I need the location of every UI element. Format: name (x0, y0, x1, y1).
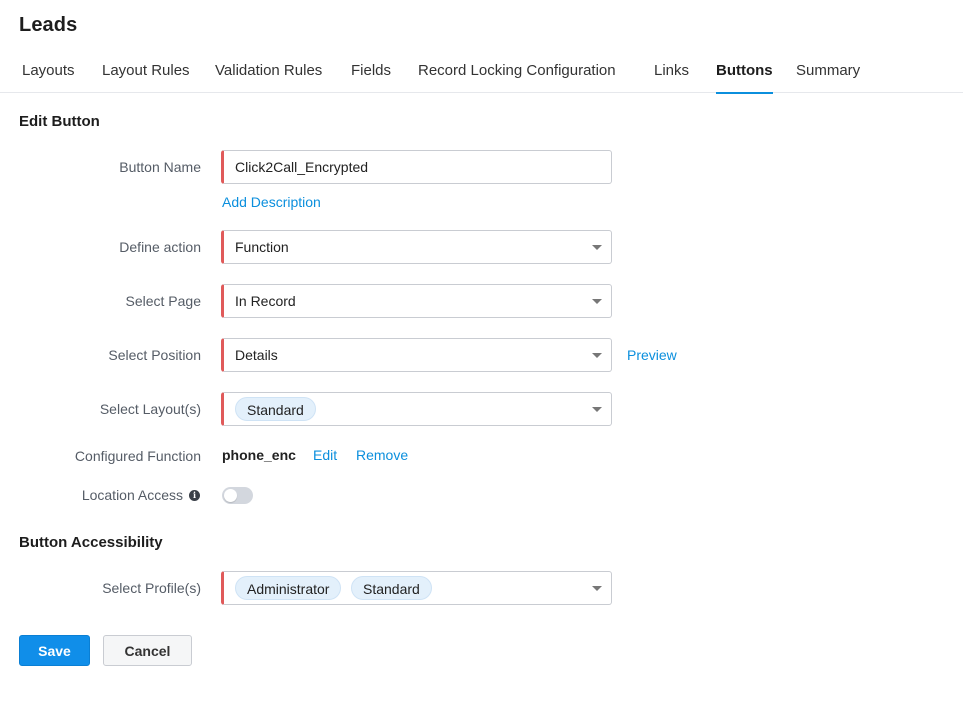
tab-layout-rules[interactable]: Layout Rules (102, 62, 190, 79)
select-layouts-label: Select Layout(s) (99, 401, 201, 417)
select-position-label: Select Position (108, 347, 201, 363)
select-profiles-multiselect[interactable]: Administrator Standard (221, 571, 612, 605)
define-action-select[interactable]: Function (221, 230, 612, 264)
add-description-link[interactable]: Add Description (222, 194, 321, 210)
configured-function-label: Configured Function (74, 448, 201, 464)
edit-function-link[interactable]: Edit (313, 447, 337, 463)
preview-link[interactable]: Preview (627, 347, 677, 363)
tab-fields[interactable]: Fields (351, 62, 391, 79)
chevron-down-icon (592, 353, 602, 358)
tab-layouts[interactable]: Layouts (22, 62, 75, 79)
cancel-button[interactable]: Cancel (103, 635, 192, 666)
remove-function-link[interactable]: Remove (356, 447, 408, 463)
edit-button-section-title: Edit Button (19, 113, 100, 130)
button-name-value: Click2Call_Encrypted (235, 159, 369, 175)
page-title: Leads (19, 14, 78, 36)
tab-bar: Layouts Layout Rules Validation Rules Fi… (0, 52, 963, 94)
select-page-select[interactable]: In Record (221, 284, 612, 318)
chevron-down-icon (592, 586, 602, 591)
select-page-label: Select Page (125, 293, 202, 309)
profile-chip-standard[interactable]: Standard (351, 576, 432, 600)
tab-links[interactable]: Links (654, 62, 689, 79)
tab-summary[interactable]: Summary (796, 62, 860, 79)
chevron-down-icon (592, 245, 602, 250)
select-position-value: Details (235, 347, 278, 363)
button-accessibility-section-title: Button Accessibility (19, 534, 163, 551)
button-name-label: Button Name (119, 159, 201, 175)
select-profiles-label: Select Profile(s) (102, 580, 201, 596)
chevron-down-icon (592, 407, 602, 412)
location-access-label: Location Access (81, 487, 183, 503)
profile-chip-administrator[interactable]: Administrator (235, 576, 342, 600)
location-access-toggle[interactable] (222, 487, 253, 504)
toggle-knob (224, 489, 237, 502)
save-button[interactable]: Save (19, 635, 90, 666)
select-page-value: In Record (235, 293, 296, 309)
tab-record-locking-configuration[interactable]: Record Locking Configuration (418, 62, 616, 79)
tab-buttons[interactable]: Buttons (716, 62, 773, 94)
define-action-label: Define action (119, 239, 201, 255)
define-action-value: Function (235, 239, 289, 255)
configured-function-value: phone_enc (222, 447, 296, 463)
select-layouts-multiselect[interactable]: Standard (221, 392, 612, 426)
chevron-down-icon (592, 299, 602, 304)
button-name-input[interactable]: Click2Call_Encrypted (221, 150, 612, 184)
tab-validation-rules[interactable]: Validation Rules (215, 62, 322, 79)
layout-chip-standard[interactable]: Standard (235, 397, 316, 421)
info-icon: i (189, 490, 200, 501)
select-position-select[interactable]: Details (221, 338, 612, 372)
